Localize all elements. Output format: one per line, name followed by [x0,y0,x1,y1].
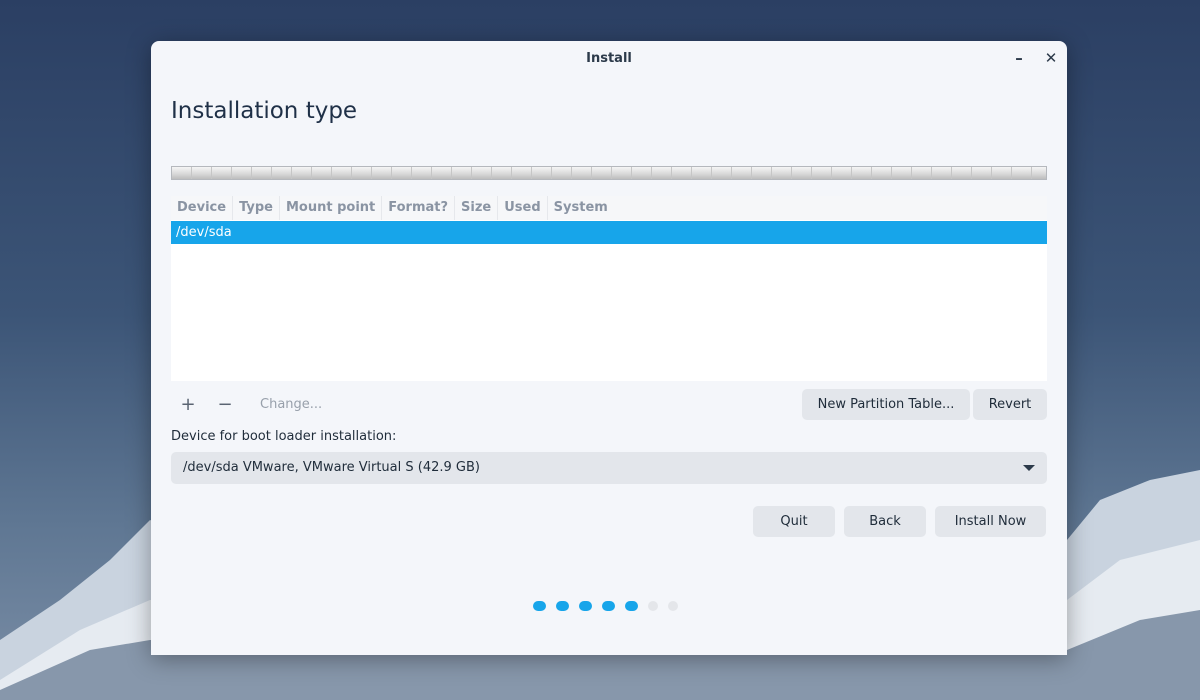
add-partition-button[interactable]: + [173,389,203,420]
step-dot [668,601,678,611]
minimize-icon[interactable]: – [1009,41,1029,76]
step-dot [556,601,569,611]
page-title: Installation type [171,98,358,124]
step-dot [648,601,658,611]
install-now-button[interactable]: Install Now [935,506,1046,537]
chevron-down-icon [1023,465,1035,471]
step-dot [602,601,615,611]
window-title: Install [586,51,632,66]
partition-table[interactable]: Device Type Mount point Format? Size Use… [171,196,1047,381]
col-format[interactable]: Format? [382,196,456,220]
change-button[interactable]: Change... [260,389,322,420]
table-header: Device Type Mount point Format? Size Use… [171,196,1047,220]
installer-window: Install – ✕ Installation type Device Typ… [151,41,1067,655]
bootloader-label: Device for boot loader installation: [171,429,397,444]
col-device[interactable]: Device [171,196,234,220]
title-bar: Install – ✕ [151,41,1067,76]
col-type[interactable]: Type [233,196,280,220]
revert-button[interactable]: Revert [973,389,1047,420]
step-dot [533,601,546,611]
col-system[interactable]: System [548,196,614,220]
col-mount-point[interactable]: Mount point [280,196,383,220]
close-icon[interactable]: ✕ [1041,41,1061,76]
new-partition-table-button[interactable]: New Partition Table... [802,389,970,420]
partition-bar [171,166,1047,180]
back-button[interactable]: Back [844,506,926,537]
step-dot [579,601,592,611]
step-dot [625,601,638,611]
table-row[interactable]: /dev/sda [171,221,1047,244]
col-used[interactable]: Used [498,196,548,220]
partition-tools: + − Change... New Partition Table... Rev… [171,389,1047,420]
quit-button[interactable]: Quit [753,506,835,537]
bootloader-value: /dev/sda VMware, VMware Virtual S (42.9 … [183,460,480,475]
col-size[interactable]: Size [455,196,499,220]
step-indicator [533,601,678,611]
remove-partition-button[interactable]: − [210,389,240,420]
bootloader-select[interactable]: /dev/sda VMware, VMware Virtual S (42.9 … [171,452,1047,484]
